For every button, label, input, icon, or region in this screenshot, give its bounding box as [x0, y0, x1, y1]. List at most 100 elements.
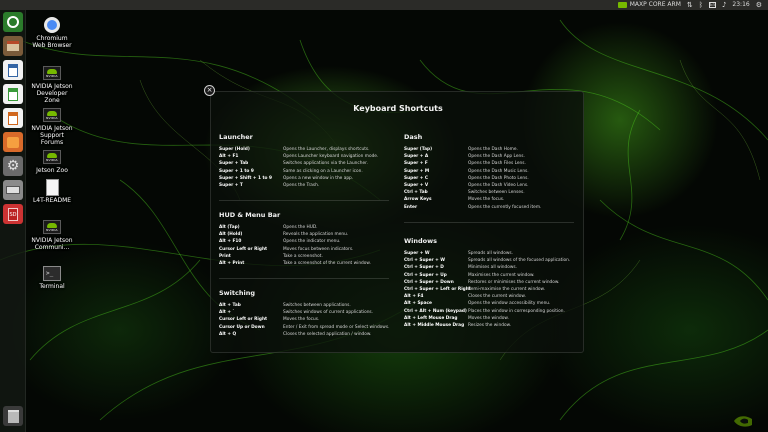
ubuntu-dash-icon[interactable] — [3, 12, 23, 32]
clock[interactable]: 23:16 — [732, 0, 749, 10]
chromium-icon — [43, 16, 61, 34]
shortcut-key: Ctrl + Super + W — [404, 258, 445, 264]
libreoffice-impress-icon[interactable] — [3, 108, 23, 128]
shortcut-key: Cursor Up or Down — [219, 324, 265, 330]
drive-icon[interactable] — [3, 180, 23, 200]
shortcut-desc: Moves the window. — [468, 315, 509, 321]
desktop-icon-label: NVIDIA Jetson Communi... — [31, 237, 73, 251]
section-launcher: Launcher Super (Hold) Opens the Launcher,… — [219, 133, 378, 189]
shortcut-row: Enter Opens the currently focused item. — [404, 204, 541, 211]
sound-indicator[interactable]: ♪ — [722, 0, 726, 10]
section-hud-menu-bar: HUD & Menu Bar Alt (Tap) Opens the HUD. A… — [219, 211, 371, 267]
desktop-icon-chromium[interactable]: Chromium Web Browser — [30, 16, 74, 49]
system-settings-icon[interactable]: ⚙ — [3, 156, 23, 176]
launcher: ⚙ SD — [0, 10, 26, 432]
trash-icon[interactable] — [3, 406, 23, 426]
nvidia-logo-icon — [734, 416, 752, 427]
shortcut-row: Super + Shift + 1 to 9 Opens a new window… — [219, 175, 378, 182]
shortcut-desc: Opens the indicator menu. — [283, 239, 341, 245]
shortcut-key: Super + Tab — [219, 161, 249, 167]
network-icon: ⇅ — [686, 1, 693, 9]
clock-time: 23:16 — [732, 1, 750, 8]
software-center-icon[interactable] — [3, 132, 23, 152]
section-switching: Switching Alt + Tab Switches between appl… — [219, 289, 389, 338]
shortcut-key: Alt + Left Mouse Drag — [404, 315, 458, 321]
shortcut-row: Super (Tap) Opens the Dash Home. — [404, 146, 541, 153]
shortcut-desc: Take a screenshot. — [283, 253, 323, 259]
shortcut-desc: Reveals the application menu. — [283, 232, 349, 238]
network-indicator[interactable]: ⇅ — [687, 0, 693, 10]
section-title: HUD & Menu Bar — [219, 211, 281, 219]
nvidia-icon: NVIDIA — [43, 106, 61, 124]
shortcut-desc: Opens the Launcher, displays shortcuts. — [283, 147, 370, 152]
shortcut-desc: Moves the focus. — [468, 197, 505, 203]
shortcut-row: Print Take a screenshot. — [219, 253, 371, 260]
desktop-icon-developer-zone[interactable]: NVIDIA NVIDIA Jetson Developer Zone — [30, 64, 74, 104]
keyboard-indicator[interactable]: En — [708, 0, 716, 10]
shortcut-key: Super + A — [404, 154, 429, 160]
shortcut-row: Alt + F4 Closes the current window. — [404, 293, 570, 300]
shortcut-key: Print — [219, 253, 231, 259]
section-title: Switching — [219, 289, 256, 297]
libreoffice-writer-icon[interactable] — [3, 60, 23, 80]
shortcut-key: Ctrl + Super + Up — [404, 272, 447, 278]
shortcut-row: Super + V Opens the Dash Video Lens. — [404, 182, 541, 189]
desktop-icon-terminal[interactable]: >_ Terminal — [30, 264, 74, 290]
shortcut-desc: Opens the Dash Video Lens. — [468, 182, 529, 188]
shortcut-row: Cursor Left or Right Moves the focus. — [219, 316, 389, 323]
shortcut-key: Alt + F10 — [219, 239, 242, 245]
shortcut-desc: Opens the currently focused item. — [468, 204, 542, 210]
bluetooth-indicator[interactable]: ᛒ — [699, 0, 703, 10]
shortcut-key: Alt + Print — [219, 260, 245, 266]
text-file-icon — [43, 178, 61, 196]
shortcut-key: Super + Shift + 1 to 9 — [219, 175, 272, 181]
shortcut-row: Super + Tab Switches applications via the… — [219, 160, 378, 167]
input-language-label: En — [708, 2, 716, 8]
shortcut-row: Super + A Opens the Dash App Lens. — [404, 153, 541, 160]
shortcut-desc: Places the window in corresponding posit… — [468, 308, 565, 314]
shortcut-row: Super + M Opens the Dash Music Lens. — [404, 168, 541, 175]
shortcut-key: Ctrl + Alt + Num (keypad) — [404, 308, 467, 314]
desktop-icon-support-forums[interactable]: NVIDIA NVIDIA Jetson Support Forums — [30, 106, 74, 146]
shortcut-desc: Semi-maximise the current window. — [468, 286, 546, 292]
shortcut-desc: Take a screenshot of the current window. — [283, 260, 371, 266]
shortcut-desc: Switches applications via the Launcher. — [283, 161, 368, 167]
shortcut-key: Cursor Left or Right — [219, 317, 268, 323]
files-icon[interactable] — [3, 36, 23, 56]
shortcut-key: Super + T — [219, 182, 243, 188]
shortcut-key: Alt + Middle Mouse Drag — [404, 322, 465, 328]
shortcut-desc: Switches between applications. — [283, 303, 351, 308]
section-title: Windows — [404, 237, 438, 245]
shortcut-desc: Same as clicking on a Launcher icon. — [283, 168, 363, 174]
shortcut-row: Ctrl + Super + Left or Right Semi-maximis… — [404, 286, 570, 293]
shortcut-desc: Switches between Lenses. — [468, 190, 525, 196]
shortcut-row: Ctrl + Super + Up Maximises the current w… — [404, 272, 570, 279]
shortcut-desc: Opens the Trash. — [283, 182, 320, 188]
shortcut-desc: Opens the Dash Files Lens. — [468, 161, 526, 167]
shortcut-desc: Opens Launcher keyboard navigation mode. — [283, 154, 379, 160]
desktop-icon-label: Terminal — [39, 283, 65, 290]
shortcut-key: Alt + Q — [219, 331, 237, 337]
section-dash: Dash Super (Tap) Opens the Dash Home. Sup… — [404, 133, 541, 211]
overlay-close-button[interactable]: × — [204, 85, 215, 96]
shortcut-key: Super + C — [404, 175, 429, 181]
nvidia-indicator[interactable]: MAXP CORE ARM — [617, 0, 681, 10]
section-divider — [219, 200, 389, 201]
desktop-icon-l4t-readme[interactable]: L4T-README — [30, 178, 74, 204]
sd-card-icon[interactable]: SD — [3, 204, 23, 224]
shortcut-desc: Minimises all windows. — [468, 265, 517, 271]
shortcut-row: Ctrl + Tab Switches between Lenses. — [404, 189, 541, 196]
desktop-icon-community[interactable]: NVIDIA NVIDIA Jetson Communi... — [30, 218, 74, 251]
desktop-icon-label: Jetson Zoo — [36, 167, 68, 174]
desktop-icon-label: Chromium Web Browser — [32, 35, 72, 49]
shortcut-key: Super + F — [404, 161, 428, 167]
shortcut-key: Super (Hold) — [219, 147, 250, 152]
shortcut-desc: Opens the Dash Photo Lens. — [468, 175, 529, 181]
desktop-icon-label: NVIDIA Jetson Developer Zone — [31, 83, 73, 104]
shortcut-desc: Opens the Dash Music Lens. — [468, 168, 529, 174]
desktop-icon-label: L4T-README — [32, 197, 72, 204]
session-menu[interactable]: ⚙ — [756, 0, 762, 10]
shortcut-key: Super + M — [404, 168, 430, 174]
libreoffice-calc-icon[interactable] — [3, 84, 23, 104]
desktop-icon-jetson-zoo[interactable]: NVIDIA Jetson Zoo — [30, 148, 74, 174]
